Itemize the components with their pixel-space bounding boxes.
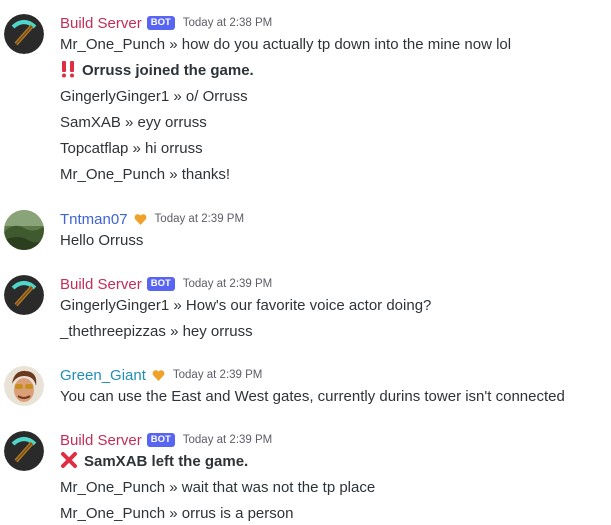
- bot-badge: BOT: [146, 16, 175, 30]
- pickaxe-icon[interactable]: [4, 14, 44, 54]
- leave-event-line: SamXAB left the game.: [60, 451, 248, 473]
- message-line: GingerlyGinger1 » o/ Orruss: [60, 88, 248, 105]
- heart-icon: [134, 213, 147, 226]
- join-event-line: Orruss joined the game.: [60, 60, 254, 82]
- pickaxe-icon[interactable]: [4, 275, 44, 315]
- message-line: Mr_One_Punch » orrus is a person: [60, 505, 294, 522]
- author-name[interactable]: Tntman07: [60, 211, 128, 228]
- message-line: You can use the East and West gates, cur…: [60, 388, 565, 405]
- message-line: Mr_One_Punch » wait that was not the tp …: [60, 479, 376, 496]
- timestamp: Today at 2:39 PM: [154, 213, 245, 225]
- message-line: Mr_One_Punch » thanks!: [60, 166, 231, 183]
- cross-mark-icon: [60, 451, 78, 476]
- message-line: Topcatflap » hi orruss: [60, 140, 203, 157]
- join-event-text: Orruss joined the game.: [82, 62, 254, 79]
- author-name[interactable]: Build Server: [60, 276, 142, 293]
- timestamp: Today at 2:39 PM: [182, 434, 273, 446]
- message-line: SamXAB » eyy orruss: [60, 114, 207, 131]
- timestamp: Today at 2:39 PM: [182, 278, 273, 290]
- message-line: _thethreepizzas » hey orruss: [60, 323, 253, 340]
- author-name[interactable]: Build Server: [60, 15, 142, 32]
- timestamp: Today at 2:38 PM: [182, 17, 273, 29]
- pickaxe-icon[interactable]: [4, 431, 44, 471]
- author-name[interactable]: Green_Giant: [60, 367, 146, 384]
- timestamp: Today at 2:39 PM: [172, 369, 263, 381]
- bot-badge: BOT: [146, 277, 175, 291]
- double-exclamation-icon: [60, 60, 76, 85]
- heart-icon: [152, 369, 165, 382]
- leave-event-text: SamXAB left the game.: [84, 453, 249, 470]
- face-avatar[interactable]: [4, 366, 44, 406]
- message-line: GingerlyGinger1 » How's our favorite voi…: [60, 297, 432, 314]
- author-name[interactable]: Build Server: [60, 432, 142, 449]
- message-line: Hello Orruss: [60, 232, 144, 249]
- bot-badge: BOT: [146, 433, 175, 447]
- landscape-avatar[interactable]: [4, 210, 44, 250]
- message-line: Mr_One_Punch » how do you actually tp do…: [60, 36, 512, 53]
- message-feed: Build Server BOT Today at 2:38 PM Mr_One…: [0, 0, 611, 525]
